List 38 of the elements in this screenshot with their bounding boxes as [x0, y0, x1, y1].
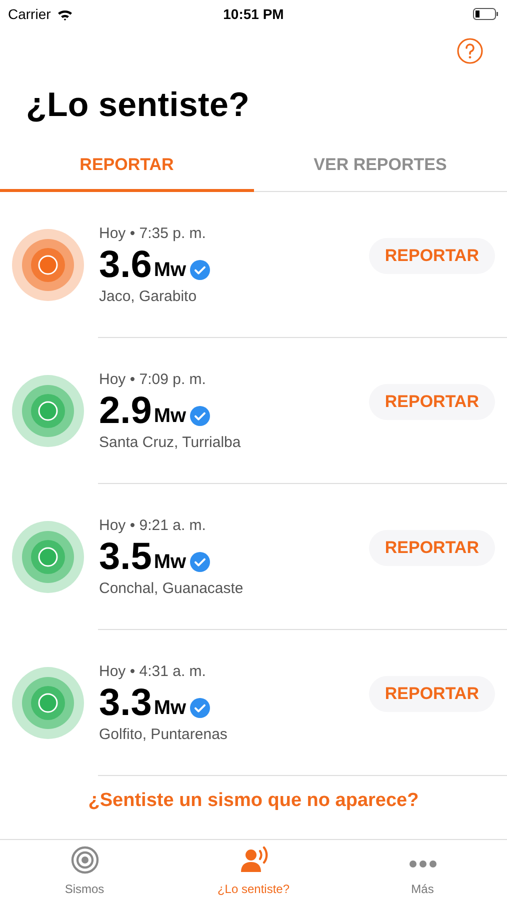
magnitude-unit: Mw — [154, 259, 186, 282]
report-button[interactable]: REPORTAR — [368, 384, 495, 420]
report-button[interactable]: REPORTAR — [368, 530, 495, 566]
target-icon — [70, 846, 98, 874]
magnitude-unit: Mw — [154, 697, 186, 720]
help-icon[interactable] — [457, 38, 483, 64]
tab-bar-item[interactable]: ¿Lo sentiste? — [169, 840, 338, 900]
battery-icon — [473, 8, 499, 20]
quake-location: Jaco, Garabito — [99, 288, 198, 305]
person-speaking-icon — [238, 846, 268, 874]
report-button[interactable]: REPORTAR — [368, 676, 495, 712]
quake-location: Golfito, Puntarenas — [99, 726, 228, 743]
segment-tab[interactable]: REPORTAR — [0, 140, 254, 192]
quake-time: Hoy • 7:09 p. m. — [99, 371, 207, 388]
carrier-label: Carrier — [8, 6, 51, 22]
quake-time: Hoy • 9:21 a. m. — [99, 517, 207, 534]
missing-quake-link[interactable]: ¿Sentiste un sismo que no aparece? — [88, 790, 419, 812]
quake-location: Santa Cruz, Turrialba — [99, 434, 242, 451]
quake-time: Hoy • 7:35 p. m. — [99, 225, 207, 242]
tab-bar-item[interactable]: Más — [338, 840, 507, 900]
magnitude-value: 2.9 — [99, 390, 152, 432]
epicenter-icon — [12, 375, 84, 447]
magnitude-value: 3.6 — [99, 244, 152, 286]
magnitude-value: 3.5 — [99, 536, 152, 578]
epicenter-icon — [12, 521, 84, 593]
page-title: ¿Lo sentiste? — [26, 86, 251, 125]
epicenter-icon — [12, 229, 84, 301]
report-button[interactable]: REPORTAR — [368, 238, 495, 274]
magnitude-unit: Mw — [154, 405, 186, 428]
magnitude-value: 3.3 — [99, 682, 152, 724]
wifi-icon — [56, 8, 73, 20]
segment-tab[interactable]: VER REPORTES — [254, 140, 507, 192]
clock-time: 10:51 PM — [223, 6, 284, 22]
tab-bar-item[interactable]: Sismos — [0, 840, 169, 900]
epicenter-icon — [12, 667, 84, 739]
quake-time: Hoy • 4:31 a. m. — [99, 663, 207, 680]
quake-location: Conchal, Guanacaste — [99, 580, 244, 597]
magnitude-unit: Mw — [154, 551, 186, 574]
